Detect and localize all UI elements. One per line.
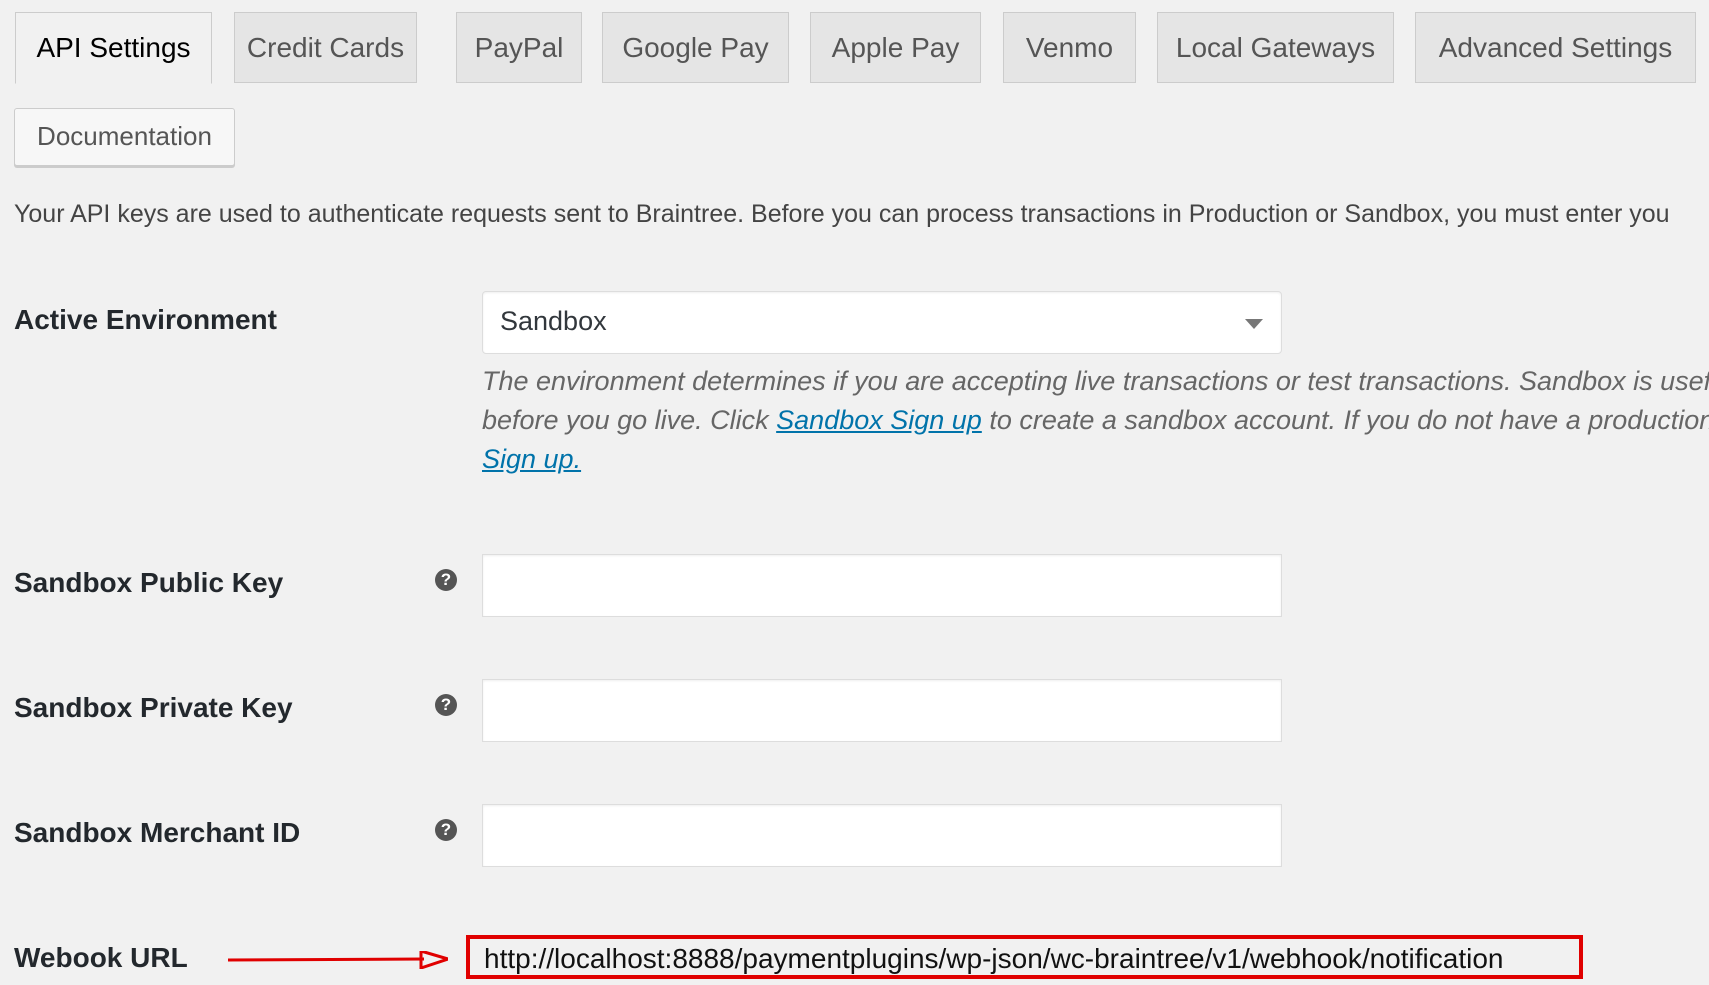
desc-text-before: before you go live. Click: [482, 405, 777, 435]
help-icon[interactable]: ?: [435, 694, 457, 716]
tab-paypal[interactable]: PayPal: [456, 12, 582, 83]
tab-venmo[interactable]: Venmo: [1003, 12, 1136, 83]
tab-local-gateways[interactable]: Local Gateways: [1157, 12, 1394, 83]
tab-apple-pay[interactable]: Apple Pay: [810, 12, 981, 83]
sandbox-public-key-input[interactable]: [482, 554, 1282, 617]
documentation-button[interactable]: Documentation: [14, 108, 235, 166]
help-icon[interactable]: ?: [435, 569, 457, 591]
environment-select-value: Sandbox: [500, 306, 607, 336]
environment-select[interactable]: Sandbox: [482, 291, 1282, 354]
tab-google-pay[interactable]: Google Pay: [602, 12, 789, 83]
sandbox-private-key-input[interactable]: [482, 679, 1282, 742]
environment-description-line2: before you go live. Click Sandbox Sign u…: [482, 401, 1709, 440]
red-arrow-icon: [228, 951, 448, 969]
desc-text-after: to create a sandbox account. If you do n…: [981, 405, 1709, 435]
webhook-url-label: Webook URL: [14, 942, 188, 973]
sandbox-signup-link[interactable]: Sandbox Sign up: [776, 405, 982, 435]
sandbox-merchant-id-label: Sandbox Merchant ID: [14, 817, 301, 848]
environment-description: The environment determines if you are ac…: [482, 362, 1709, 479]
chevron-down-icon: [1245, 319, 1263, 329]
active-environment-label: Active Environment: [14, 304, 277, 335]
webhook-url-highlight: http://localhost:8888/paymentplugins/wp-…: [466, 935, 1583, 979]
environment-description-line3: Sign up.: [482, 440, 1709, 479]
sandbox-merchant-id-input[interactable]: [482, 804, 1282, 867]
sandbox-private-key-label: Sandbox Private Key: [14, 692, 293, 723]
webhook-url-value[interactable]: http://localhost:8888/paymentplugins/wp-…: [484, 943, 1503, 975]
tab-credit-cards[interactable]: Credit Cards: [234, 12, 417, 83]
tab-advanced-settings[interactable]: Advanced Settings: [1415, 12, 1696, 83]
help-icon[interactable]: ?: [435, 819, 457, 841]
api-keys-intro: Your API keys are used to authenticate r…: [14, 200, 1670, 228]
tab-api-settings[interactable]: API Settings: [15, 12, 212, 84]
sandbox-public-key-label: Sandbox Public Key: [14, 567, 284, 598]
environment-description-line1: The environment determines if you are ac…: [482, 366, 1709, 396]
settings-tabs: API Settings Credit Cards PayPal Google …: [15, 12, 1709, 84]
production-signup-link[interactable]: Sign up.: [482, 444, 581, 474]
